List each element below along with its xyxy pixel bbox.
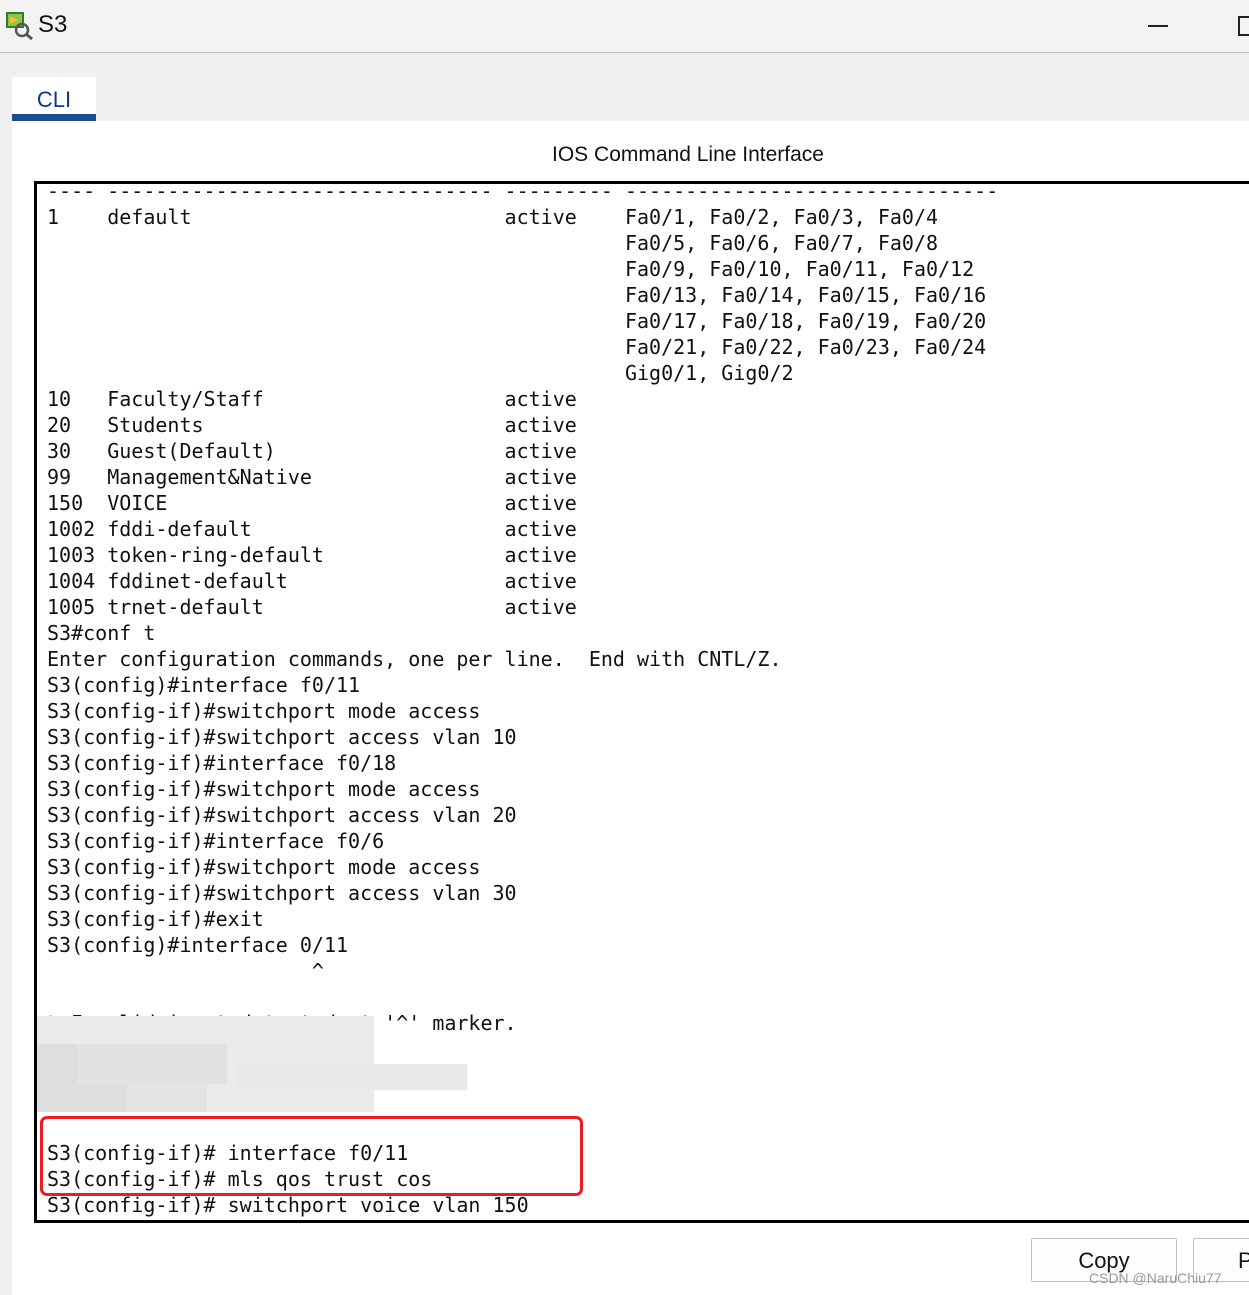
terminal-line: Fa0/13, Fa0/14, Fa0/15, Fa0/16	[47, 283, 987, 307]
cli-panel: IOS Command Line Interface ---- --------…	[12, 121, 1249, 1295]
blurred-region	[237, 1064, 467, 1090]
terminal-line: Fa0/9, Fa0/10, Fa0/11, Fa0/12	[47, 257, 975, 281]
terminal-line: S3(config-if)#	[47, 1218, 216, 1220]
terminal-line: 1 default active Fa0/1, Fa0/2, Fa0/3, Fa…	[47, 205, 939, 229]
terminal-line: Fa0/17, Fa0/18, Fa0/19, Fa0/20	[47, 309, 987, 333]
minimize-button[interactable]	[1130, 6, 1186, 44]
terminal-line: 1005 trnet-default active	[47, 595, 577, 619]
terminal-line: S3(config-if)#switchport mode access	[47, 699, 481, 723]
terminal-line: ^	[47, 959, 324, 983]
terminal-line: 150 VOICE active	[47, 491, 577, 515]
terminal-line: Fa0/5, Fa0/6, Fa0/7, Fa0/8	[47, 231, 939, 255]
terminal-line: S3(config-if)#interface f0/18	[47, 751, 397, 775]
terminal-line: S3(config-if)#switchport mode access	[47, 855, 481, 879]
maximize-button[interactable]	[1226, 6, 1249, 44]
terminal-line: S3#conf t	[47, 621, 156, 645]
terminal-line: S3(config-if)#switchport access vlan 30	[47, 881, 517, 905]
terminal-line: S3(config-if)#switchport access vlan 20	[47, 803, 517, 827]
terminal-line: Enter configuration commands, one per li…	[47, 647, 782, 671]
terminal-line: 99 Management&Native active	[47, 465, 577, 489]
terminal-line: 30 Guest(Default) active	[47, 439, 577, 463]
terminal-line: S3(config-if)#exit	[47, 907, 264, 931]
terminal-line: 10 Faculty/Staff active	[47, 387, 577, 411]
terminal-line: 20 Students active	[47, 413, 577, 437]
blurred-region	[77, 1044, 227, 1084]
terminal-line: S3(config)#interface 0/11	[47, 933, 349, 957]
highlight-box	[40, 1116, 583, 1196]
terminal-line: 1003 token-ring-default active	[47, 543, 577, 567]
terminal-line: S3(config-if)#interface f0/6	[47, 829, 385, 853]
panel-title: IOS Command Line Interface	[552, 143, 824, 166]
terminal-line: 1004 fddinet-default active	[47, 569, 577, 593]
cli-terminal[interactable]: ---- -------------------------------- --…	[34, 181, 1249, 1223]
blurred-region	[127, 1084, 207, 1112]
title-bar: S3	[0, 0, 1249, 53]
terminal-line: ---- -------------------------------- --…	[47, 181, 999, 203]
tab-cli[interactable]: CLI	[12, 77, 96, 121]
terminal-line: S3(config-if)#switchport mode access	[47, 777, 481, 801]
terminal-line: S3(config-if)#switchport access vlan 10	[47, 725, 517, 749]
window-title: S3	[38, 11, 68, 38]
terminal-line: S3(config)#interface f0/11	[47, 673, 361, 697]
switch-app-icon	[6, 12, 33, 40]
terminal-line: Gig0/1, Gig0/2	[47, 361, 794, 385]
terminal-line: 1002 fddi-default active	[47, 517, 577, 541]
terminal-line: Fa0/21, Fa0/22, Fa0/23, Fa0/24	[47, 335, 987, 359]
watermark-text: CSDN @NaruChiu77	[1089, 1270, 1222, 1286]
